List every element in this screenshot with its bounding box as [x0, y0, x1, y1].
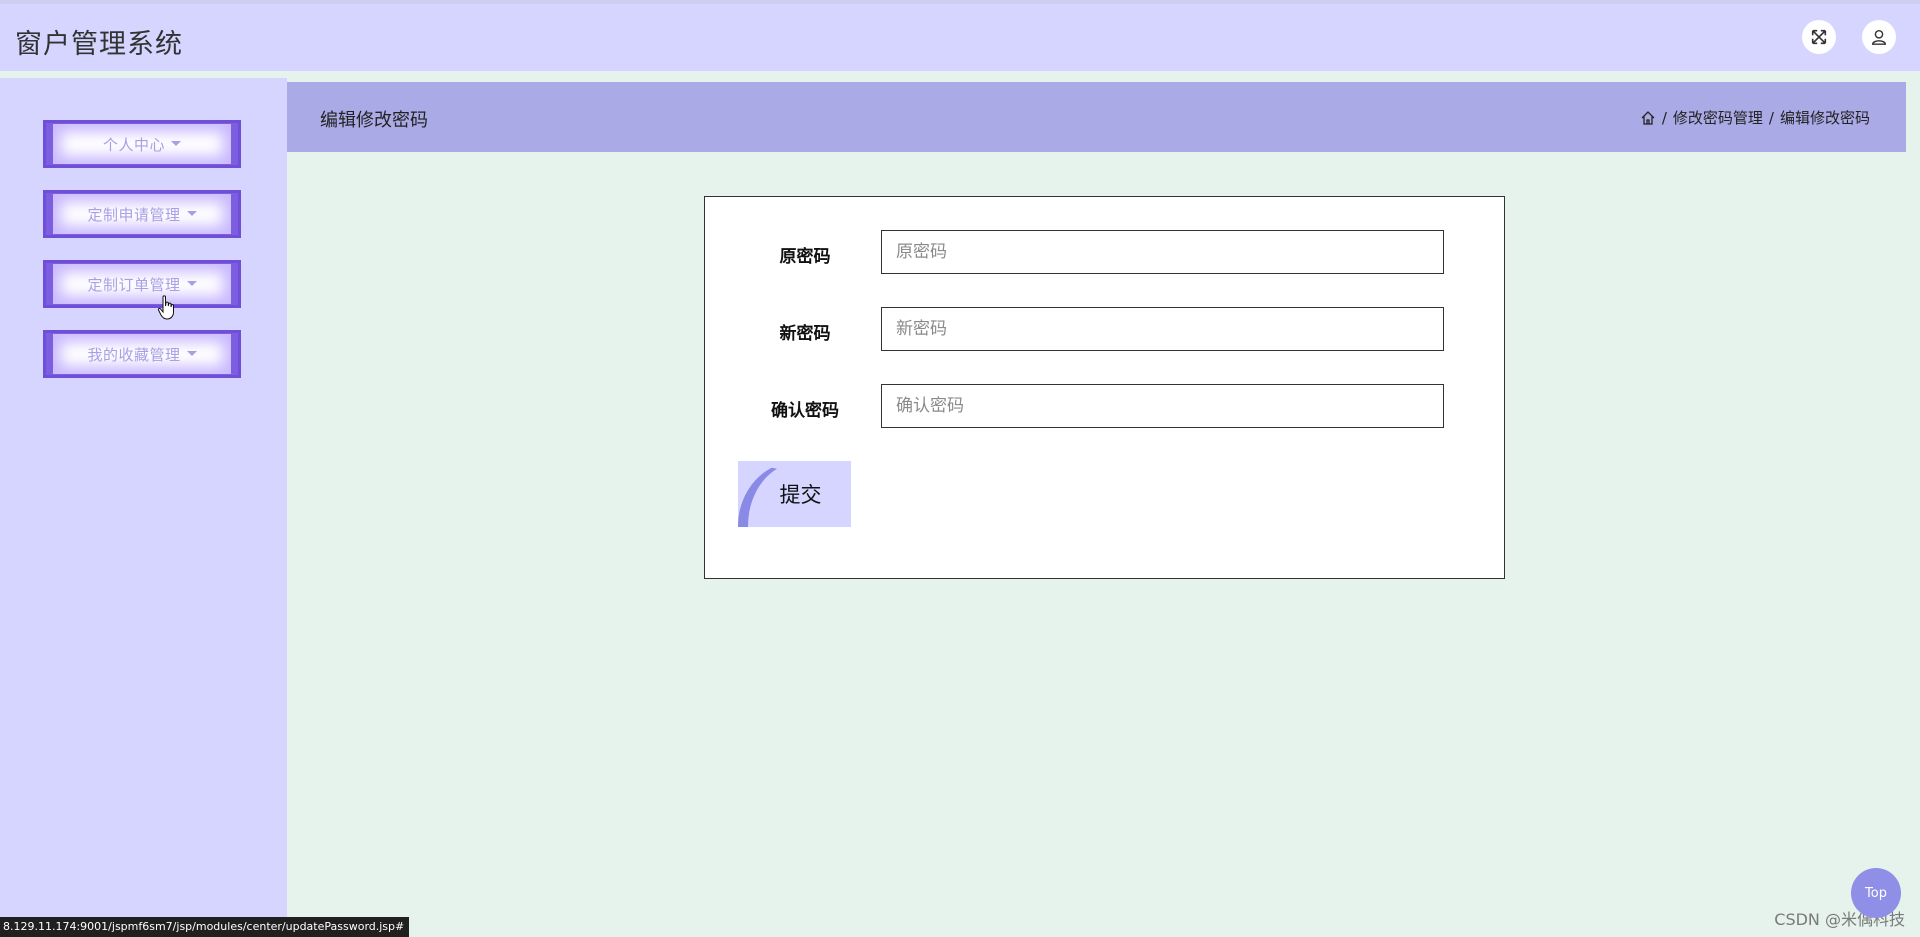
- page-title: 编辑修改密码: [320, 110, 428, 131]
- app-title: 窗户管理系统: [15, 29, 183, 60]
- sidebar-item-label: 我的收藏管理: [87, 345, 181, 364]
- sidebar-item-inner: 定制申请管理: [53, 194, 231, 234]
- sidebar: 个人中心 定制申请管理 定制订单管理 我的收藏管理: [0, 78, 287, 937]
- submit-button[interactable]: 提交: [738, 461, 851, 527]
- new-password-label: 新密码: [779, 324, 831, 344]
- breadcrumb-item-password-management[interactable]: 修改密码管理: [1673, 107, 1763, 128]
- user-icon: [1871, 29, 1887, 45]
- caret-down-icon: [171, 140, 181, 146]
- sidebar-item-personal-center[interactable]: 个人中心: [43, 120, 241, 168]
- user-button[interactable]: [1862, 20, 1896, 54]
- back-to-top-button[interactable]: Top: [1851, 868, 1901, 918]
- new-password-input[interactable]: [881, 307, 1444, 351]
- sidebar-item-inner: 个人中心: [53, 124, 231, 164]
- form-row-new-password: 新密码: [705, 307, 1504, 351]
- caret-down-icon: [186, 280, 197, 286]
- password-form: 原密码 新密码 确认密码 提交: [704, 196, 1505, 579]
- page-title-bar: 编辑修改密码 / 修改密码管理 / 编辑修改密码: [287, 82, 1906, 152]
- sidebar-item-inner: 定制订单管理: [53, 264, 231, 304]
- status-bar-url: 8.129.11.174:9001/jspmf6sm7/jsp/modules/…: [0, 917, 410, 937]
- sidebar-item-inner: 我的收藏管理: [53, 334, 231, 374]
- form-row-old-password: 原密码: [705, 230, 1504, 274]
- form-row-confirm-password: 确认密码: [705, 384, 1504, 428]
- caret-down-icon: [186, 350, 197, 356]
- sidebar-item-label: 个人中心: [102, 135, 165, 154]
- sidebar-item-label: 定制申请管理: [87, 205, 181, 224]
- sidebar-item-favorites[interactable]: 我的收藏管理: [43, 330, 241, 378]
- confirm-password-input[interactable]: [881, 384, 1444, 428]
- sidebar-item-custom-application[interactable]: 定制申请管理: [43, 190, 241, 238]
- breadcrumb-separator: /: [1661, 108, 1667, 127]
- fullscreen-icon: [1811, 29, 1827, 45]
- sidebar-item-custom-orders[interactable]: 定制订单管理: [43, 260, 241, 308]
- sidebar-item-label: 定制订单管理: [87, 275, 181, 294]
- caret-down-icon: [186, 210, 197, 216]
- breadcrumb-item-current: 编辑修改密码: [1779, 109, 1870, 127]
- old-password-input[interactable]: [881, 230, 1444, 274]
- submit-button-label: 提交: [779, 483, 822, 507]
- breadcrumb: / 修改密码管理 / 编辑修改密码: [1640, 107, 1870, 128]
- top-header: 窗户管理系统: [0, 0, 1920, 71]
- fullscreen-button[interactable]: [1802, 20, 1836, 54]
- old-password-label: 原密码: [779, 247, 831, 267]
- confirm-password-label: 确认密码: [771, 401, 839, 421]
- breadcrumb-separator: /: [1768, 108, 1774, 127]
- home-icon[interactable]: [1640, 110, 1656, 126]
